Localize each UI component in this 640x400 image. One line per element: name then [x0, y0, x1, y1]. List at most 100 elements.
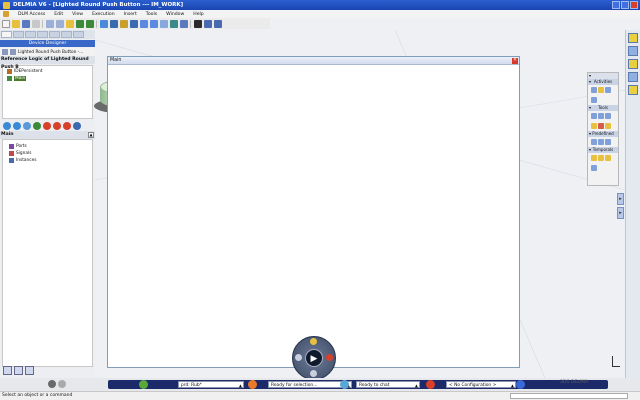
predefined-icon[interactable] — [605, 139, 611, 145]
copy-icon[interactable] — [56, 19, 64, 28]
activity-icon[interactable] — [605, 87, 611, 93]
chevron-down-icon[interactable]: ▲ — [239, 382, 242, 389]
normal-view-icon[interactable] — [160, 19, 168, 28]
menu-app-icon[interactable] — [3, 11, 9, 17]
menu-execution[interactable]: Execution — [92, 12, 115, 17]
menu-dlm-access[interactable]: DLM Access — [18, 12, 45, 17]
tab-signals[interactable] — [61, 31, 72, 38]
nav-left-icon[interactable] — [295, 354, 302, 361]
tab-ports[interactable] — [49, 31, 60, 38]
tab-behavior[interactable] — [25, 31, 36, 38]
logic-canvas[interactable] — [108, 65, 519, 367]
breadcrumb-label[interactable]: Lighted Round Push Button -... — [18, 50, 83, 55]
predefined-icon[interactable] — [591, 139, 597, 145]
compass-icon[interactable] — [628, 33, 638, 43]
nav-right-icon[interactable] — [326, 354, 333, 361]
tree-item-signals[interactable]: Signals — [9, 150, 86, 157]
temporal-icon[interactable] — [605, 155, 611, 161]
window-icon[interactable] — [14, 366, 23, 375]
temporal-icon[interactable] — [598, 155, 604, 161]
chevron-down-icon[interactable]: ▲ — [511, 382, 514, 389]
settings-small-icon[interactable] — [58, 380, 66, 388]
snapshot-icon[interactable] — [628, 85, 638, 95]
palette-tools-head[interactable]: Tools — [588, 105, 618, 111]
activity-icon[interactable] — [591, 97, 597, 103]
paste-icon[interactable] — [66, 19, 74, 28]
open-icon[interactable] — [12, 19, 20, 28]
view-mode-icon[interactable] — [180, 19, 188, 28]
output-icon[interactable] — [33, 121, 41, 130]
swap-visible-icon[interactable] — [214, 19, 222, 28]
undo-icon[interactable] — [76, 19, 84, 28]
predefined-icon[interactable] — [598, 139, 604, 145]
fit-all-icon[interactable] — [130, 19, 138, 28]
product-icon[interactable] — [139, 380, 148, 389]
temporal-icon[interactable] — [591, 155, 597, 161]
temporal-icon[interactable] — [591, 165, 597, 171]
chat-status-field[interactable]: Ready to chat ▲ — [356, 381, 420, 388]
menu-view[interactable]: View — [72, 12, 83, 17]
chart-icon[interactable] — [3, 366, 12, 375]
product-field[interactable]: prd: Rub* ▲ — [178, 381, 244, 388]
palette-temporals-head[interactable]: Temporals — [588, 147, 618, 153]
pan-icon[interactable] — [120, 19, 128, 28]
tab-logic[interactable] — [13, 31, 24, 38]
tab-more[interactable] — [73, 31, 84, 38]
tree-item-ports[interactable]: Ports — [9, 143, 86, 150]
simulation-icon[interactable] — [628, 72, 638, 82]
tool-icon[interactable] — [605, 123, 611, 129]
collapse-button[interactable]: ▲ — [88, 132, 94, 138]
collapse-arrow-icon[interactable]: ▸ — [617, 207, 624, 219]
print-icon[interactable] — [32, 19, 40, 28]
navigation-wheel[interactable]: ▶ — [292, 336, 336, 380]
main-window-close-button[interactable]: ✕ — [512, 58, 518, 64]
help-icon[interactable] — [100, 19, 108, 28]
hide-show-icon[interactable] — [204, 19, 212, 28]
command-input[interactable] — [510, 393, 628, 399]
filter-icon[interactable] — [516, 380, 525, 389]
settings-icon[interactable] — [73, 121, 81, 130]
back-arrow-icon[interactable] — [2, 49, 8, 55]
chat-icon[interactable] — [340, 380, 349, 389]
expand-arrow-icon[interactable]: ▸ — [617, 193, 624, 205]
fly-icon[interactable] — [110, 19, 118, 28]
forward-arrow-icon[interactable] — [10, 49, 16, 55]
menu-window[interactable]: Window — [166, 12, 184, 17]
globe-icon[interactable] — [3, 121, 11, 130]
activity-icon[interactable] — [591, 87, 597, 93]
tree-item-persistent[interactable]: IDEPersistent — [7, 68, 88, 75]
close-button[interactable] — [630, 1, 638, 9]
stop-icon[interactable] — [43, 121, 51, 130]
compass-small-icon[interactable] — [48, 380, 56, 388]
network-icon[interactable] — [13, 121, 21, 130]
tab-device[interactable] — [1, 31, 12, 38]
input-icon[interactable] — [23, 121, 31, 130]
tree-item-instances[interactable]: Instances — [9, 157, 86, 164]
redo-icon[interactable] — [86, 19, 94, 28]
menu-help[interactable]: Help — [193, 12, 203, 17]
zoom-in-icon[interactable] — [140, 19, 148, 28]
selection-icon[interactable] — [248, 380, 257, 389]
tree-item-main[interactable]: Main — [7, 75, 88, 82]
grid-icon[interactable] — [194, 19, 202, 28]
layout-icon[interactable] — [25, 366, 34, 375]
export-icon[interactable] — [628, 46, 638, 56]
tool-icon[interactable] — [591, 123, 597, 129]
minimize-button[interactable] — [612, 1, 620, 9]
tool-icon[interactable] — [598, 123, 604, 129]
save-icon[interactable] — [22, 19, 30, 28]
reset-icon[interactable] — [63, 121, 71, 130]
tool-icon[interactable] — [591, 113, 597, 119]
activity-icon[interactable] — [598, 87, 604, 93]
menu-insert[interactable]: Insert — [124, 12, 137, 17]
menu-tools[interactable]: Tools — [146, 12, 157, 17]
tool-icon[interactable] — [598, 113, 604, 119]
zoom-out-icon[interactable] — [150, 19, 158, 28]
document-icon[interactable] — [628, 59, 638, 69]
configuration-field[interactable]: < No Configuration > ▲ — [446, 381, 516, 388]
palette-predefined-head[interactable]: Predefined — [588, 131, 618, 137]
nav-top-icon[interactable] — [310, 338, 317, 345]
main-window-titlebar[interactable]: Main ✕ — [108, 57, 519, 65]
cut-icon[interactable] — [46, 19, 54, 28]
chevron-down-icon[interactable]: ▲ — [415, 382, 418, 389]
